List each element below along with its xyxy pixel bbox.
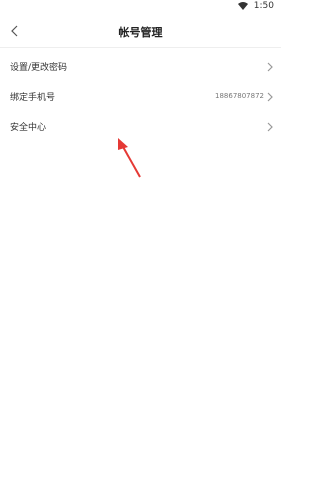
page-title: 帐号管理 xyxy=(118,26,163,39)
header-divider xyxy=(0,47,281,48)
list-item-change-password[interactable]: 设置/更改密码 xyxy=(0,52,281,82)
nav-bar: 帐号管理 xyxy=(0,16,281,46)
list-item-bind-phone[interactable]: 绑定手机号 18867807872 xyxy=(0,82,281,112)
list-item-label: 设置/更改密码 xyxy=(10,63,68,73)
status-bar: 1:50 xyxy=(0,0,281,14)
list-item-value: 18867807872 xyxy=(215,92,264,100)
settings-list: 设置/更改密码 绑定手机号 18867807872 安全中心 xyxy=(0,52,281,142)
red-arrow-icon xyxy=(118,138,141,178)
chevron-right-icon xyxy=(267,92,273,102)
list-item-label: 安全中心 xyxy=(10,123,47,133)
status-time: 1:50 xyxy=(253,1,274,11)
wifi-icon xyxy=(238,2,248,10)
chevron-right-icon xyxy=(267,122,273,132)
chevron-right-icon xyxy=(267,62,273,72)
list-item-label: 绑定手机号 xyxy=(10,93,56,103)
